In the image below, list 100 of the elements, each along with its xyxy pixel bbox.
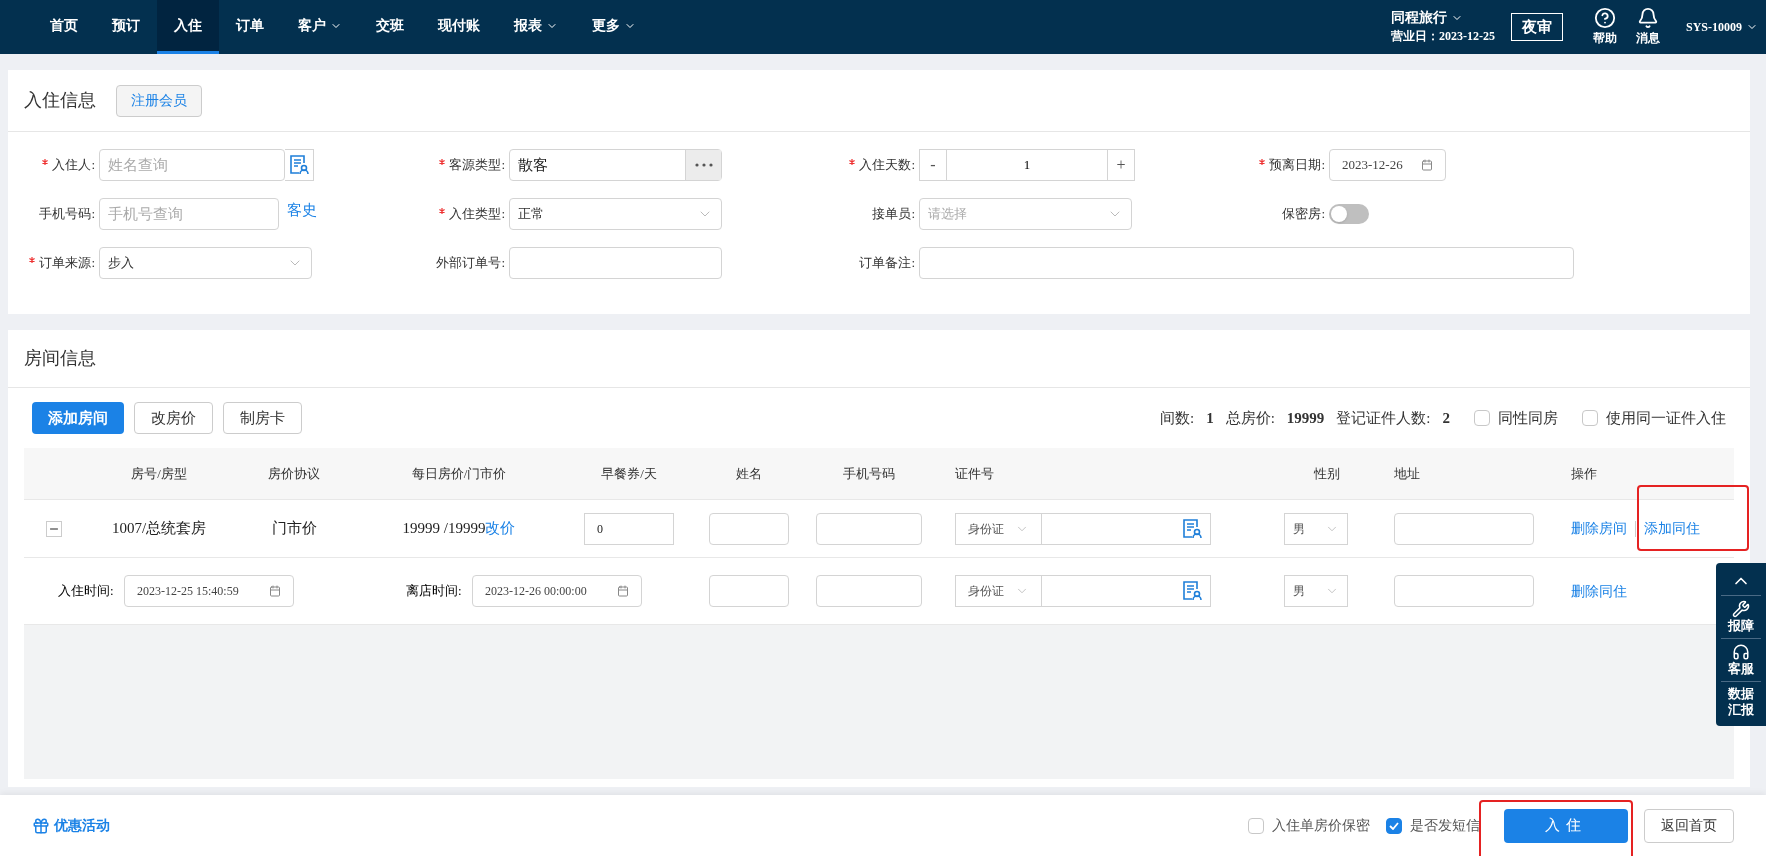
column-header: 每日房价/门市价 <box>410 464 508 483</box>
nav-tab[interactable]: 交班 <box>359 0 421 54</box>
guest-name-field[interactable] <box>709 512 789 545</box>
calendar-icon <box>617 585 629 597</box>
messages-button[interactable]: 消息 <box>1636 7 1660 47</box>
checkbox[interactable] <box>1248 817 1264 834</box>
phone-search-field[interactable]: 手机号查询 <box>99 198 279 230</box>
id-card-icon[interactable] <box>1182 517 1202 540</box>
checkbox-label: 同性同房 <box>1498 408 1558 428</box>
summary-value: 1 <box>1206 408 1214 428</box>
required-icon <box>29 257 36 264</box>
id-type-select[interactable]: 身份证 <box>955 512 1042 545</box>
source-type-field[interactable]: 散客 <box>509 149 722 181</box>
nav-tab[interactable]: 报表 <box>497 0 575 54</box>
room-action-button[interactable]: 添加房间 <box>32 402 124 434</box>
room-action-button[interactable]: 改房价 <box>134 402 213 434</box>
summary-label: 登记证件人数: <box>1336 408 1431 428</box>
column-header: 房价协议 <box>267 464 321 483</box>
register-member-button[interactable]: 注册会员 <box>116 84 202 117</box>
breakfast-field[interactable]: 0 <box>584 512 674 545</box>
id-type-select[interactable]: 身份证 <box>955 575 1042 607</box>
days-field[interactable]: 1 <box>947 149 1107 181</box>
address-field[interactable] <box>1394 512 1534 545</box>
section-title: 房间信息 <box>24 347 96 370</box>
text-field[interactable] <box>509 247 722 279</box>
action-link[interactable]: 添加同住 <box>1644 518 1700 539</box>
address-field[interactable] <box>1394 575 1534 607</box>
field-label: 手机号码: <box>38 205 96 224</box>
side-tool-button[interactable]: 数据汇报 <box>1721 681 1761 722</box>
action-link[interactable]: 删除同住 <box>1571 580 1627 602</box>
select-field[interactable]: 步入 <box>99 247 312 279</box>
nav-tab[interactable]: 更多 <box>575 0 653 54</box>
field-label: 保密房: <box>1281 205 1326 224</box>
decrement-button[interactable]: - <box>919 149 947 181</box>
nav-tab[interactable]: 订单 <box>219 0 281 54</box>
action-link[interactable]: 删除房间 <box>1571 518 1627 539</box>
hotel-selector[interactable]: 同程旅行 <box>1391 9 1495 27</box>
back-home-button[interactable]: 返回首页 <box>1644 808 1734 843</box>
required-icon <box>849 159 856 166</box>
nav-tab[interactable]: 首页 <box>33 0 95 54</box>
gift-icon <box>32 816 50 835</box>
select-field[interactable]: 正常 <box>509 198 722 230</box>
side-tool-button[interactable]: 客服 <box>1721 638 1761 681</box>
summary-label: 间数: <box>1160 408 1195 428</box>
id-number-field[interactable] <box>1042 575 1211 607</box>
nav-tab[interactable]: 客户 <box>281 0 359 54</box>
column-header: 房号/房型 <box>130 464 188 483</box>
guest-name-field[interactable] <box>709 575 789 607</box>
checkin-time-field[interactable]: 2023-12-25 15:40:59 <box>124 575 294 607</box>
nav-tab[interactable]: 预订 <box>95 0 157 54</box>
increment-button[interactable]: + <box>1107 149 1135 181</box>
user-menu[interactable]: SYS-10009 <box>1686 18 1758 36</box>
field-label: 客源类型: <box>418 155 509 175</box>
id-card-icon[interactable] <box>1182 580 1202 602</box>
name-search-field[interactable]: 姓名查询 <box>99 149 285 181</box>
guest-phone-field[interactable] <box>816 575 922 607</box>
column-header: 地址 <box>1393 464 1421 483</box>
guest-phone-field[interactable] <box>816 512 922 545</box>
date-field[interactable]: 2023-12-26 <box>1329 149 1446 181</box>
guest-history-link[interactable]: 客史 <box>287 198 317 222</box>
toggle-switch[interactable] <box>1329 204 1369 224</box>
night-audit-button[interactable]: 夜审 <box>1511 13 1563 41</box>
checkbox-label: 入住单房价保密 <box>1272 817 1370 835</box>
help-icon <box>1594 7 1616 29</box>
summary-value: 19999 <box>1286 408 1325 428</box>
gender-select[interactable]: 男 <box>1284 575 1348 607</box>
room-action-button[interactable]: 制房卡 <box>223 402 302 434</box>
remark-field[interactable] <box>919 247 1574 279</box>
checkout-time-field[interactable]: 2023-12-26 00:00:00 <box>472 575 642 607</box>
checkbox[interactable] <box>1386 817 1402 834</box>
column-header: 姓名 <box>735 464 763 483</box>
change-price-link[interactable]: 改价 <box>485 517 516 540</box>
id-number-field[interactable] <box>1042 512 1211 545</box>
required-icon <box>1259 159 1266 166</box>
nav-tab[interactable]: 入住 <box>157 0 219 54</box>
id-scan-button[interactable] <box>285 149 314 181</box>
column-header: 操作 <box>1570 464 1598 483</box>
help-button[interactable]: 帮助 <box>1593 7 1617 47</box>
more-icon[interactable] <box>685 150 721 180</box>
field-label: 预离日期: <box>1238 155 1329 175</box>
side-tool-button[interactable]: 报障 <box>1721 595 1761 638</box>
column-header: 手机号码 <box>842 464 896 483</box>
nav-tab[interactable]: 现付账 <box>421 0 497 54</box>
checkbox[interactable] <box>1474 410 1490 426</box>
check-in-button[interactable]: 入住 <box>1504 808 1628 843</box>
calendar-icon <box>1421 159 1433 171</box>
field-label: 订单来源: <box>8 253 99 273</box>
checkbox[interactable] <box>1582 410 1598 426</box>
promotions-link[interactable]: 优惠活动 <box>32 815 110 836</box>
required-icon <box>439 208 446 215</box>
bell-icon <box>1637 7 1659 29</box>
gender-select[interactable]: 男 <box>1284 512 1348 545</box>
collapse-toggle[interactable] <box>46 520 62 537</box>
table-cell-text: 1007/总统套房 <box>110 519 208 539</box>
field-label: 入住人: <box>8 155 99 175</box>
field-label: 入住天数: <box>828 155 919 175</box>
field-label: 入住类型: <box>418 204 509 224</box>
id-card-icon[interactable] <box>289 154 309 176</box>
check-icon <box>1389 821 1399 830</box>
table-cell-text: 19999 /19999 <box>402 519 486 539</box>
